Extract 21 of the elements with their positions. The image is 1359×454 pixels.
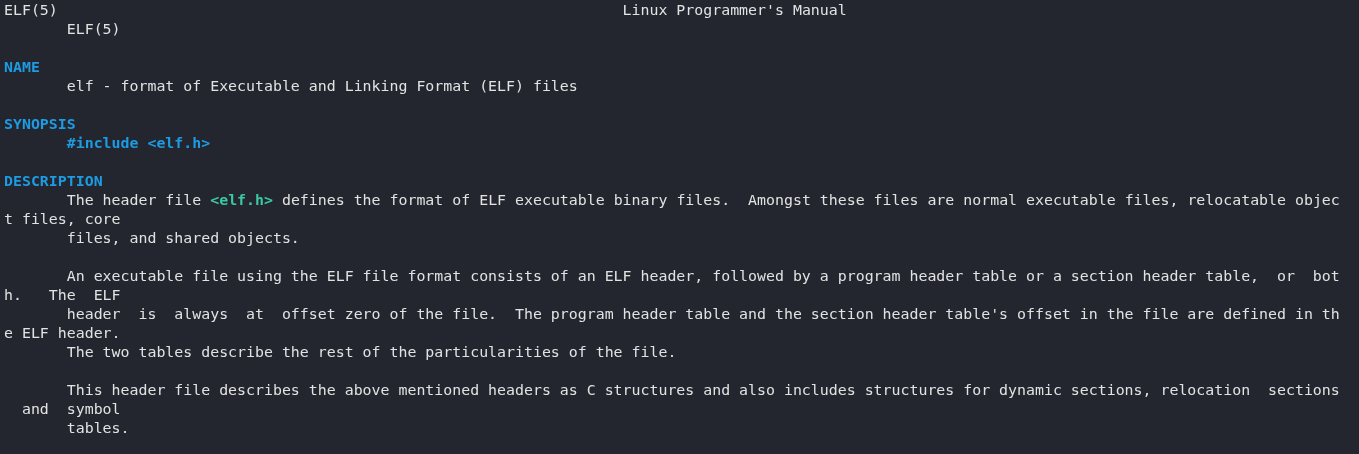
section-heading: NAME bbox=[4, 58, 40, 76]
text-line: An executable file using the ELF file format consists of an ELF header, followed by a program header table or a section header table, or bot bbox=[66, 267, 1340, 285]
text-line: files, and shared objects. bbox=[66, 229, 300, 247]
page-header-right: ELF(5) bbox=[66, 20, 121, 38]
text-line: e ELF header. bbox=[4, 324, 121, 342]
text-line: This header file describes the above mentioned headers as C structures and also includes structures for dynamic sections, relocation sections bbox=[66, 381, 1340, 399]
section-heading: DESCRIPTION bbox=[4, 172, 103, 190]
text-line: The two tables describe the rest of the particularities of the file. bbox=[66, 343, 677, 361]
section-heading: SYNOPSIS bbox=[4, 115, 76, 133]
text-line: h. The ELF bbox=[4, 286, 121, 304]
text-line: t files, core bbox=[4, 210, 121, 228]
text-line: and symbol bbox=[20, 400, 121, 418]
page-header-left: ELF(5) bbox=[4, 1, 58, 19]
text-line: tables. bbox=[66, 419, 130, 437]
page-header-title: Linux Programmer's Manual bbox=[622, 1, 847, 19]
text-line: elf - format of Executable and Linking Format (ELF) files bbox=[66, 77, 578, 95]
header-reference: <elf.h> bbox=[210, 191, 273, 209]
text-line: header is always at offset zero of the file. The program header table and the section header table's offset in the file are defined in th bbox=[66, 305, 1340, 323]
code-line: #include <elf.h> bbox=[66, 134, 211, 152]
text-line: defines the format of ELF executable binary files. Amongst these files are normal executable files, relocatable objec bbox=[280, 191, 1340, 209]
text-line: The header file bbox=[66, 191, 203, 209]
